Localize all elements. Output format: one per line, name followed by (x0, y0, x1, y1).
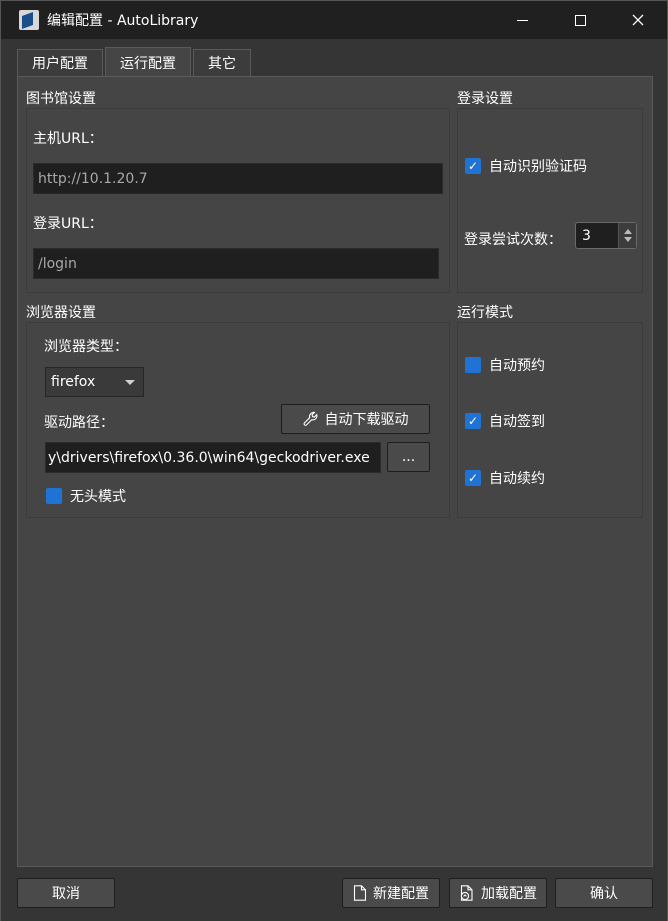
auto-download-driver-label: 自动下载驱动 (324, 412, 409, 428)
login-attempts-spinbox[interactable]: 3 (575, 222, 637, 249)
browser-type-select[interactable]: firefox (45, 367, 144, 397)
browse-driver-button[interactable]: ... (387, 442, 430, 472)
load-file-icon (460, 885, 473, 901)
run-mode-title: 运行模式 (457, 305, 513, 321)
dialog-button-bar: 取消 新建配置 加载配置 确认 (1, 867, 667, 921)
browser-type-value: firefox (51, 374, 96, 390)
auto-checkin-checkbox[interactable]: ✓ 自动签到 (465, 411, 545, 431)
checkbox-unchecked-icon (465, 357, 481, 373)
driver-path-input[interactable]: y\drivers\firefox\0.36.0\win64\geckodriv… (45, 442, 381, 473)
confirm-button[interactable]: 确认 (555, 878, 653, 908)
new-config-button[interactable]: 新建配置 (342, 878, 440, 908)
auto-renew-checkbox[interactable]: ✓ 自动续约 (465, 468, 545, 488)
new-config-label: 新建配置 (373, 886, 429, 902)
run-config-panel: 图书馆设置 主机URL： http://10.1.20.7 登录URL： /lo… (17, 76, 653, 867)
load-config-label: 加载配置 (481, 886, 537, 902)
load-config-button[interactable]: 加载配置 (449, 878, 547, 908)
login-url-label: 登录URL： (33, 216, 103, 232)
host-url-label: 主机URL： (33, 131, 103, 147)
auto-download-driver-button[interactable]: 自动下载驱动 (281, 404, 430, 434)
checkmark-icon: ✓ (465, 158, 481, 174)
auto-reserve-checkbox[interactable]: 自动预约 (465, 355, 545, 375)
headless-mode-label: 无头模式 (70, 489, 126, 505)
driver-path-label: 驱动路径： (44, 415, 114, 431)
login-attempts-value: 3 (582, 227, 591, 244)
auto-captcha-label: 自动识别验证码 (489, 159, 587, 175)
auto-reserve-label: 自动预约 (489, 358, 545, 374)
library-settings-title: 图书馆设置 (26, 91, 96, 107)
spin-up-icon[interactable] (623, 229, 632, 234)
host-url-input[interactable]: http://10.1.20.7 (33, 163, 443, 194)
headless-mode-checkbox[interactable]: 无头模式 (46, 486, 126, 506)
tab-run-config[interactable]: 运行配置 (105, 47, 191, 77)
auto-checkin-label: 自动签到 (489, 414, 545, 430)
maximize-button[interactable] (551, 1, 609, 39)
tab-other[interactable]: 其它 (193, 49, 251, 76)
browser-type-label: 浏览器类型： (44, 339, 128, 355)
minimize-button[interactable] (493, 1, 551, 39)
checkmark-icon: ✓ (465, 470, 481, 486)
new-file-icon (353, 885, 367, 901)
app-icon (19, 10, 39, 30)
auto-captcha-checkbox[interactable]: ✓ 自动识别验证码 (465, 156, 587, 176)
checkmark-icon: ✓ (465, 413, 481, 429)
window-controls (493, 1, 667, 39)
tab-bar: 用户配置 运行配置 其它 (17, 47, 253, 77)
edit-config-dialog: 编辑配置 - AutoLibrary 用户配置 运行配置 其它 图书馆设置 主机… (0, 0, 668, 921)
checkbox-unchecked-icon (46, 488, 62, 504)
browser-settings-title: 浏览器设置 (26, 305, 96, 321)
close-button[interactable] (609, 1, 667, 39)
wrench-icon (303, 411, 317, 426)
login-settings-title: 登录设置 (457, 91, 513, 107)
close-icon (632, 14, 644, 26)
login-settings-group (457, 108, 643, 293)
title-bar[interactable]: 编辑配置 - AutoLibrary (1, 1, 667, 39)
auto-renew-label: 自动续约 (489, 471, 545, 487)
spin-arrows[interactable] (618, 223, 636, 248)
chevron-down-icon (125, 380, 135, 385)
cancel-button[interactable]: 取消 (17, 878, 115, 908)
spin-down-icon[interactable] (623, 237, 632, 242)
login-attempts-label: 登录尝试次数： (464, 232, 562, 248)
minimize-icon (516, 19, 528, 21)
maximize-icon (574, 14, 586, 26)
window-title: 编辑配置 - AutoLibrary (47, 13, 199, 29)
tab-user-config[interactable]: 用户配置 (17, 49, 103, 76)
login-url-input[interactable]: /login (33, 248, 439, 279)
